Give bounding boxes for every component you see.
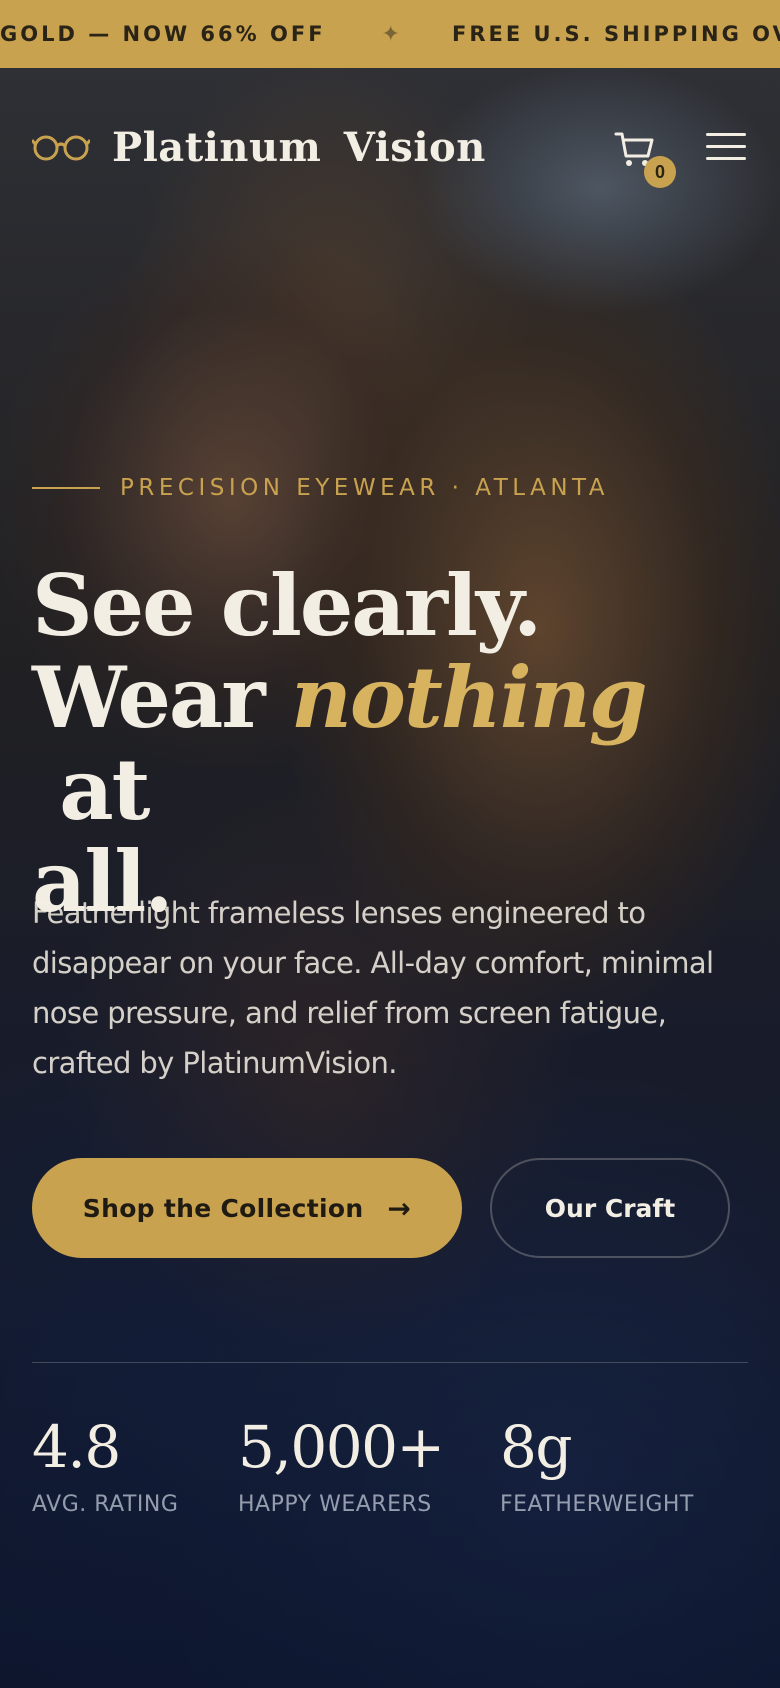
eyebrow-rule	[32, 487, 100, 489]
shop-collection-label: Shop the Collection	[82, 1193, 364, 1223]
stat-label: FEATHERWEIGHT	[500, 1492, 694, 1517]
cart-count-badge: 0	[644, 156, 676, 188]
stat-value: 4.8	[32, 1413, 121, 1481]
stat-label: AVG. RATING	[32, 1492, 179, 1517]
our-craft-button[interactable]: Our Craft	[490, 1158, 730, 1258]
stat-rating: 4.8 AVG. RATING	[32, 1412, 178, 1517]
ticker-item: FREE U.S. SHIPPING OV	[451, 22, 780, 46]
stat-value: 8g	[500, 1413, 573, 1481]
hero-headline: See clearly. Wear nothing at all.	[32, 560, 752, 928]
stat-value: 5,000+	[238, 1413, 445, 1481]
promo-ticker: GOLD — NOW 66% OFF ✦ FREE U.S. SHIPPING …	[0, 0, 780, 68]
ticker-item: GOLD — NOW 66% OFF	[0, 22, 326, 46]
hero-eyebrow: PRECISION EYEWEAR · ATLANTA	[32, 470, 609, 506]
site-header: Platinum Vision 0	[0, 68, 780, 228]
stat-label: HAPPY WEARERS	[238, 1492, 432, 1517]
shop-collection-button[interactable]: Shop the Collection →	[32, 1158, 462, 1258]
menu-bar	[706, 145, 746, 148]
headline-line-2-start: Wear	[32, 648, 291, 747]
menu-bar	[706, 157, 746, 160]
eyeglasses-icon	[32, 135, 90, 161]
cart-button[interactable]: 0	[614, 118, 676, 188]
stat-wearers: 5,000+ HAPPY WEARERS	[238, 1412, 445, 1517]
hero-description: Featherlight frameless lenses engineered…	[32, 896, 714, 1080]
brand-name: Platinum Vision	[112, 123, 486, 171]
stats-divider	[32, 1362, 748, 1363]
headline-line-2-end: at	[32, 740, 150, 839]
menu-bar	[706, 133, 746, 136]
eyebrow-text: PRECISION EYEWEAR · ATLANTA	[120, 475, 610, 501]
four-point-star-icon: ✦	[381, 21, 400, 47]
arrow-right-icon: →	[387, 1191, 412, 1225]
hamburger-menu-icon[interactable]	[704, 124, 748, 168]
headline-line-1: See clearly.	[32, 556, 542, 655]
stat-weight: 8g FEATHERWEIGHT	[500, 1412, 694, 1517]
headline-accent-word: nothing	[290, 648, 648, 747]
brand-logo[interactable]: Platinum Vision	[32, 122, 486, 172]
ticker-track: GOLD — NOW 66% OFF ✦ FREE U.S. SHIPPING …	[0, 0, 780, 68]
